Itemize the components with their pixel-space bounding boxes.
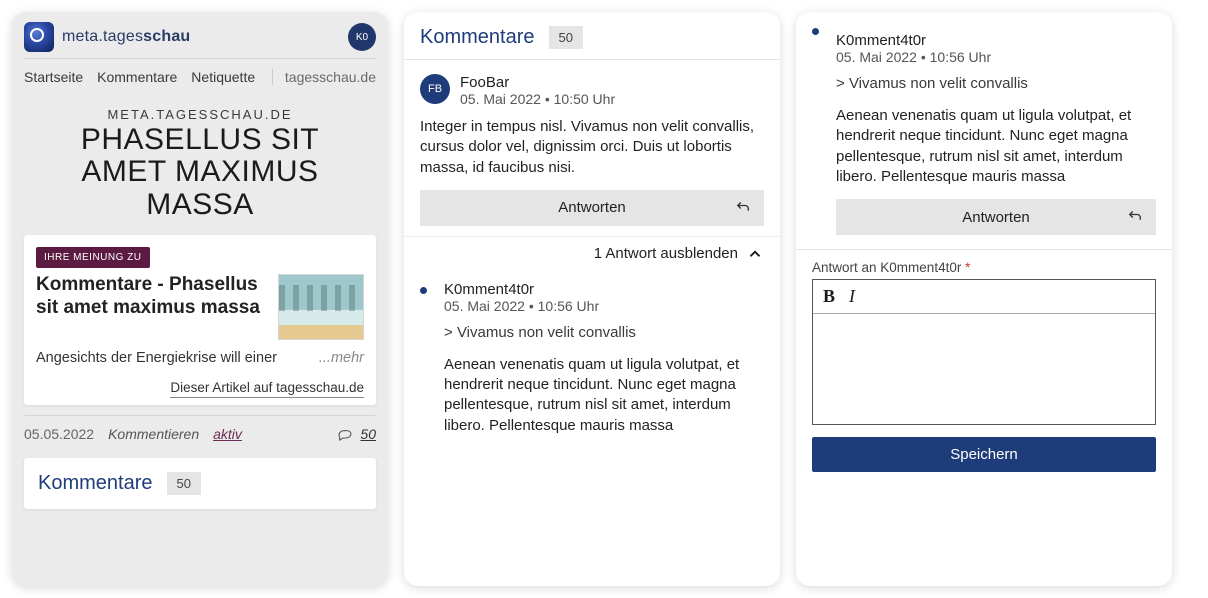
panel-comments: Kommentare 50 FB FooBar 05. Mai 2022 • 1…	[404, 12, 780, 586]
panel-reply-form: K0mment4t0r 05. Mai 2022 • 10:56 Uhr Viv…	[796, 12, 1172, 586]
comments-count-badge: 50	[549, 26, 583, 49]
reply-button[interactable]: Antworten	[420, 190, 764, 226]
comments-title: Kommentare	[38, 472, 153, 495]
toggle-label: 1 Antwort ausblenden	[594, 245, 738, 262]
panel-article: meta.tagesschau K0 Startseite Kommentare…	[12, 12, 388, 586]
article-date: 05.05.2022	[24, 426, 94, 442]
article-card: IHRE MEINUNG ZU Kommentare - Phasellus s…	[24, 235, 376, 405]
reply-button-label: Antworten	[558, 199, 626, 216]
bold-button[interactable]: B	[823, 286, 835, 307]
nav-home[interactable]: Startseite	[24, 69, 83, 85]
commenter-name: K0mment4t0r	[836, 32, 1156, 49]
reply-icon	[734, 198, 752, 220]
nav-external[interactable]: tagesschau.de	[272, 69, 376, 85]
reply-button-label: Antworten	[962, 209, 1030, 226]
article-lead: Angesichts der Energiekrise will einer	[36, 350, 277, 366]
commenter-name: FooBar	[460, 74, 615, 91]
comment-item: FB FooBar 05. Mai 2022 • 10:50 Uhr Integ…	[404, 59, 780, 236]
comment-date: 05. Mai 2022 • 10:56 Uhr	[444, 298, 764, 314]
commenting-state[interactable]: aktiv	[213, 426, 242, 442]
reply-marker-icon	[420, 287, 427, 294]
reply-form-label: Antwort an K0mment4t0r *	[812, 260, 1156, 275]
editor: B I	[812, 279, 1156, 425]
comment-body: Aenean venenatis quam ut ligula volutpat…	[836, 106, 1156, 187]
save-button[interactable]: Speichern	[812, 437, 1156, 472]
comments-section-header: Kommentare 50	[24, 458, 376, 509]
nav-netiquette[interactable]: Netiquette	[191, 69, 255, 85]
chevron-up-icon	[746, 245, 764, 263]
editor-toolbar: B I	[813, 280, 1155, 314]
comment-count-link[interactable]: 50	[336, 426, 376, 442]
comment-body: Aenean venenatis quam ut ligula volutpat…	[444, 355, 764, 436]
toggle-replies[interactable]: 1 Antwort ausblenden	[404, 236, 780, 271]
quoted-text: Vivamus non velit convallis	[444, 324, 764, 341]
nav-row: Startseite Kommentare Netiquette tagessc…	[12, 59, 388, 93]
domain-label: META.TAGESSCHAU.DE	[12, 107, 388, 122]
reply-icon	[1126, 207, 1144, 229]
header: meta.tagesschau K0	[12, 12, 388, 58]
article-thumbnail	[278, 274, 364, 340]
meta-row: 05.05.2022 Kommentieren aktiv 50	[12, 416, 388, 448]
label-target: K0mment4t0r	[880, 260, 961, 275]
user-avatar[interactable]: K0	[348, 23, 376, 51]
comment-count: 50	[360, 426, 376, 442]
comment-date: 05. Mai 2022 • 10:56 Uhr	[836, 49, 1156, 65]
reply-form: Antwort an K0mment4t0r * B I Speichern	[796, 250, 1172, 486]
nav-comments[interactable]: Kommentare	[97, 69, 177, 85]
reply-marker-icon	[812, 28, 819, 35]
editor-textarea[interactable]	[813, 314, 1155, 424]
comment-date: 05. Mai 2022 • 10:50 Uhr	[460, 91, 615, 107]
commenter-name: K0mment4t0r	[444, 281, 764, 298]
label-prefix: Antwort an	[812, 260, 880, 275]
required-marker: *	[965, 260, 970, 275]
reply-item: K0mment4t0r 05. Mai 2022 • 10:56 Uhr Viv…	[404, 271, 780, 446]
commenter-avatar: FB	[420, 74, 450, 104]
article-headline: PHASELLUS SIT AMET MAXIMUS MASSA	[12, 122, 388, 235]
comment-icon	[336, 426, 354, 442]
reply-item: K0mment4t0r 05. Mai 2022 • 10:56 Uhr Viv…	[796, 12, 1172, 245]
comments-title: Kommentare	[420, 26, 535, 49]
reply-button[interactable]: Antworten	[836, 199, 1156, 235]
brand-logo-icon	[24, 22, 54, 52]
opinion-badge: IHRE MEINUNG ZU	[36, 247, 150, 268]
read-more-link[interactable]: ...mehr	[319, 350, 364, 366]
quoted-text: Vivamus non velit convallis	[836, 75, 1156, 92]
italic-button[interactable]: I	[849, 286, 855, 307]
comment-body: Integer in tempus nisl. Vivamus non veli…	[420, 117, 764, 178]
brand-bold: schau	[143, 28, 190, 45]
commenting-label: Kommentieren	[108, 426, 199, 442]
source-link[interactable]: Dieser Artikel auf tagesschau.de	[170, 380, 364, 398]
brand-pre: meta.tages	[62, 28, 143, 45]
comments-count-badge: 50	[167, 472, 201, 495]
comments-section-header: Kommentare 50	[404, 12, 780, 59]
article-title[interactable]: Kommentare - Phasellus sit amet maximus …	[36, 274, 268, 340]
brand-name: meta.tagesschau	[62, 28, 190, 46]
